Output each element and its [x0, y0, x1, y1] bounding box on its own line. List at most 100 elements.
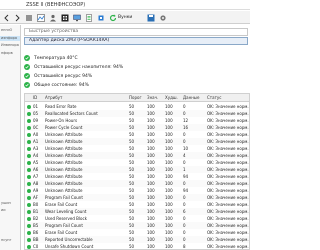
- cell-threshold: 50: [129, 202, 135, 207]
- sidebar-item[interactable]: [0, 118, 20, 123]
- ok-status-icon: [27, 223, 31, 228]
- sidebar-item[interactable]: [0, 88, 20, 93]
- cell-id: A7: [33, 174, 39, 179]
- sidebar-item[interactable]: [0, 148, 20, 153]
- forward-icon[interactable]: [12, 13, 21, 22]
- cell-worst: 100: [165, 223, 173, 228]
- cell-worst: 100: [165, 244, 173, 249]
- sidebar-item[interactable]: [0, 126, 20, 131]
- sidebar-item[interactable]: [0, 103, 20, 108]
- grid-icon[interactable]: [60, 13, 69, 22]
- cell-name: Unknown Attribute: [45, 132, 83, 137]
- column-header-id[interactable]: ID: [33, 94, 43, 102]
- sidebar-item[interactable]: [0, 81, 20, 86]
- sidebar-item[interactable]: ушип: [0, 201, 20, 206]
- sidebar-item[interactable]: [0, 156, 20, 161]
- sidebar-item[interactable]: [0, 133, 20, 138]
- sidebar-item[interactable]: енгиО: [0, 28, 20, 33]
- table-row[interactable]: A4 Unknown Attribute 50 100 100 4 OK: Значение…: [25, 152, 249, 159]
- device-filter-combo[interactable]: Быстрые устройства: [24, 28, 248, 36]
- column-header-threshold[interactable]: Порог: [129, 94, 145, 102]
- table-row[interactable]: A6 Unknown Attribute 50 100 100 1 OK: Значение…: [25, 166, 249, 173]
- table-row[interactable]: B0 Erase Fail Count 50 100 100 0 OK: Значение …: [25, 201, 249, 208]
- refresh-icon[interactable]: [108, 13, 117, 22]
- sidebar-item[interactable]: ии: [0, 208, 20, 213]
- sidebar-item[interactable]: [0, 216, 20, 221]
- table-row[interactable]: A7 Unknown Attribute 50 100 100 94 OK: Значени…: [25, 173, 249, 180]
- cell-threshold: 50: [129, 216, 135, 221]
- sidebar-item[interactable]: [0, 111, 20, 116]
- cell-worst: 100: [165, 202, 173, 207]
- cell-threshold: 50: [129, 188, 135, 193]
- report-icon[interactable]: [84, 13, 93, 22]
- cell-id: A0: [33, 132, 39, 137]
- cell-worst: 100: [165, 160, 173, 165]
- table-row[interactable]: B6 Erase Fail Count 50 100 100 0 OK: Значение …: [25, 229, 249, 236]
- table-row[interactable]: B1 Wear Leveling Count 50 100 100 6 OK: Значен…: [25, 208, 249, 215]
- table-row[interactable]: BB Reported Uncorrectable 50 100 100 0 OK: Зна…: [25, 236, 249, 243]
- table-row[interactable]: 05 Reallocated Sectors Count 50 100 100 0 OK: …: [25, 110, 249, 117]
- sidebar-item[interactable]: [0, 163, 20, 168]
- ok-status-icon: [27, 174, 31, 179]
- column-header-worst[interactable]: Худш.: [165, 94, 181, 102]
- sidebar-item[interactable]: [0, 231, 20, 236]
- table-row[interactable]: 0C Power Cycle Count 50 100 100 16 OK: Значени…: [25, 124, 249, 131]
- ok-status-icon: [27, 153, 31, 158]
- table-row[interactable]: A1 Unknown Attribute 50 100 100 0 OK: Значение…: [25, 138, 249, 145]
- cell-name: Unknown Attribute: [45, 153, 83, 158]
- back-icon[interactable]: [2, 13, 11, 22]
- table-row[interactable]: 01 Read Error Rate 50 100 100 0 OK: Значение н…: [25, 103, 249, 110]
- column-header-status[interactable]: Статус: [207, 94, 249, 102]
- cell-threshold: 50: [129, 132, 135, 137]
- cell-name: Erase Fail Count: [45, 202, 78, 207]
- status-text: Общее состояние: 94%: [34, 82, 89, 88]
- status-text: Температура 40°C: [34, 55, 78, 61]
- table-row[interactable]: C0 Unsafe Shutdown Count 50 100 100 8 OK: Знач…: [25, 243, 249, 249]
- sidebar-item[interactable]: [0, 66, 20, 71]
- chip-icon[interactable]: [96, 13, 105, 22]
- cell-worst: 100: [165, 118, 173, 123]
- table-row[interactable]: A0 Unknown Attribute 50 100 100 0 OK: Значение…: [25, 131, 249, 138]
- settings-icon[interactable]: [158, 13, 167, 22]
- table-row[interactable]: A8 Unknown Attribute 50 100 100 0 OK: Значение…: [25, 180, 249, 187]
- sidebar-item[interactable]: [0, 171, 20, 176]
- refresh-button-label[interactable]: Вунки: [118, 13, 132, 22]
- save-icon[interactable]: [146, 13, 155, 22]
- monitor-icon[interactable]: [72, 13, 81, 22]
- sidebar-item[interactable]: [0, 178, 20, 183]
- table-row[interactable]: A5 Unknown Attribute 50 100 100 0 OK: Значение…: [25, 159, 249, 166]
- sidebar-item[interactable]: [0, 193, 20, 198]
- cell-value: 100: [147, 195, 155, 200]
- table-row[interactable]: A3 Unknown Attribute 50 100 100 10 OK: Значени…: [25, 145, 250, 152]
- column-header-data[interactable]: Данные: [183, 94, 205, 102]
- graph-icon[interactable]: [36, 13, 45, 22]
- sidebar-item[interactable]: нсунг: [0, 238, 20, 243]
- cell-value: 100: [147, 160, 155, 165]
- selected-device-combo[interactable]: Адаптер диска ZM3 (P-SOAR14RA): [24, 37, 248, 45]
- sidebar-item[interactable]: [0, 96, 20, 101]
- cell-threshold: 50: [129, 174, 135, 179]
- ok-status-icon: [27, 104, 31, 109]
- menu-icon[interactable]: [24, 13, 33, 22]
- sidebar-item[interactable]: Инвенора: [0, 43, 20, 48]
- cell-name: Unknown Attribute: [45, 139, 83, 144]
- sidebar-item[interactable]: [0, 141, 20, 146]
- cell-status: OK: Значение норм...: [207, 146, 250, 151]
- cell-name: Unknown Attribute: [45, 160, 83, 165]
- sidebar-item[interactable]: [0, 186, 20, 191]
- column-header-attribute[interactable]: Атрибут: [45, 94, 125, 102]
- table-row[interactable]: AF Program Fail Count 50 100 100 0 OK: Значени…: [25, 194, 249, 201]
- column-header-value[interactable]: Знач.: [147, 94, 163, 102]
- sidebar-item[interactable]: иэнфора: [0, 35, 20, 41]
- table-row[interactable]: 09 Power-On Hours 50 100 100 12 OK: Значение н…: [25, 117, 249, 124]
- sidebar-item[interactable]: [0, 58, 20, 63]
- user-icon[interactable]: [48, 13, 57, 22]
- table-row[interactable]: B2 Used Reserved Block 50 100 100 0 OK: Значен…: [25, 215, 249, 222]
- cell-data: 0: [183, 230, 186, 235]
- table-row[interactable]: A9 Unknown Attribute 50 100 100 94 OK: Значени…: [25, 187, 249, 194]
- sidebar-item[interactable]: нфорв: [0, 51, 20, 56]
- sidebar-item[interactable]: [0, 73, 20, 78]
- cell-id: 0C: [33, 125, 39, 130]
- table-row[interactable]: B5 Program Fail Count 50 100 100 0 OK: Значени…: [25, 222, 249, 229]
- sidebar-item[interactable]: [0, 223, 20, 228]
